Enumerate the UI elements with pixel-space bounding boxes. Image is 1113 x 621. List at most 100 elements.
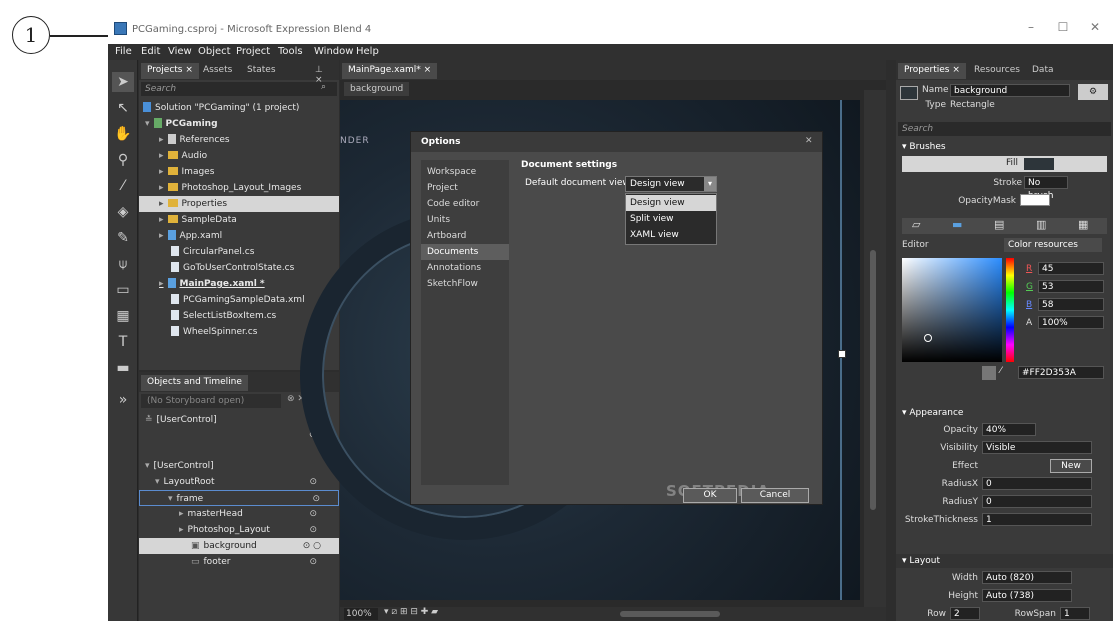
tree-folder-images[interactable]: ▸ Images: [159, 164, 214, 180]
tab-assets[interactable]: Assets: [197, 63, 238, 79]
color-resources-tab[interactable]: Color resources: [1004, 238, 1102, 252]
scope-usercontrol[interactable]: ≛ [UserControl]: [145, 412, 217, 428]
direct-select-tool-icon[interactable]: ↖: [112, 98, 134, 118]
tree-references[interactable]: ▸ References: [159, 132, 230, 148]
tab-mainpage[interactable]: MainPage.xaml* ×: [342, 63, 438, 79]
tab-resources[interactable]: Resources: [968, 63, 1026, 79]
fill-row[interactable]: Fill: [902, 156, 1107, 172]
new-effect-button[interactable]: New: [1050, 459, 1092, 473]
properties-search-input[interactable]: Search: [898, 122, 1111, 136]
radiusx-input[interactable]: 0: [982, 477, 1092, 490]
dialog-close-icon[interactable]: ✕: [805, 136, 813, 146]
stroke-value[interactable]: No brush: [1024, 176, 1068, 201]
nav-project[interactable]: Project: [421, 180, 509, 196]
option-xaml-view[interactable]: XAML view: [626, 227, 716, 243]
name-input[interactable]: background: [950, 84, 1070, 97]
tab-properties[interactable]: Properties ×: [898, 63, 966, 79]
tree-masterhead[interactable]: ▸ masterHead ⊙: [179, 506, 335, 522]
brush-transform-tool-icon[interactable]: ⍦: [112, 254, 134, 274]
radiusy-input[interactable]: 0: [982, 495, 1092, 508]
storyboard-picker[interactable]: (No Storyboard open): [141, 394, 281, 408]
eyedropper-icon[interactable]: ⁄: [1000, 366, 1002, 376]
tree-usercontrol[interactable]: ▾ [UserControl]: [145, 458, 335, 474]
nav-annotations[interactable]: Annotations: [421, 260, 509, 276]
rowspan-input[interactable]: 1: [1060, 607, 1090, 620]
previous-color-swatch[interactable]: [982, 366, 996, 380]
control-tool-icon[interactable]: ▬: [112, 358, 134, 378]
pen-tool-icon[interactable]: ✎: [112, 228, 134, 248]
zoom-tool-icon[interactable]: ⚲: [112, 150, 134, 170]
a-input[interactable]: 100%: [1038, 316, 1104, 329]
tree-background[interactable]: ▣ background ⊙ ○: [139, 538, 339, 554]
appearance-section-header[interactable]: ▾ Appearance: [896, 406, 1113, 420]
eyedropper-tool-icon[interactable]: ⁄: [112, 176, 134, 196]
tree-file-circularpanel[interactable]: CircularPanel.cs: [171, 244, 254, 260]
tree-file-selectlistboxitem[interactable]: SelectListBoxItem.cs: [171, 308, 276, 324]
solid-brush-icon[interactable]: ▬: [952, 218, 962, 231]
minimize-button[interactable]: –: [1016, 20, 1046, 38]
row-input[interactable]: 2: [950, 607, 980, 620]
menu-project[interactable]: Project: [236, 46, 270, 57]
brushes-section-header[interactable]: ▾ Brushes: [896, 140, 1113, 154]
text-tool-icon[interactable]: T: [112, 332, 134, 352]
cancel-button[interactable]: Cancel: [741, 488, 809, 503]
close-button[interactable]: ✕: [1080, 20, 1110, 38]
tree-frame[interactable]: ▾ frame ⊙: [139, 490, 339, 506]
tile-brush-icon[interactable]: ▥: [1036, 218, 1046, 231]
view-toggle-icons[interactable]: ▾ ⧄ ⊞ ⊟ ✚ ▰: [384, 607, 438, 617]
nav-code-editor[interactable]: Code editor: [421, 196, 509, 212]
hex-input[interactable]: #FF2D353A: [1018, 366, 1104, 379]
tree-file-app-xaml[interactable]: ▸ App.xaml: [159, 228, 222, 244]
r-input[interactable]: 45: [1038, 262, 1104, 275]
ok-button[interactable]: OK: [683, 488, 737, 503]
menu-object[interactable]: Object: [198, 46, 231, 57]
menu-window[interactable]: Window: [314, 46, 353, 57]
menu-view[interactable]: View: [168, 46, 192, 57]
tree-file-wheelspinner[interactable]: WheelSpinner.cs: [171, 324, 257, 340]
menu-edit[interactable]: Edit: [141, 46, 160, 57]
visibility-select[interactable]: Visible: [982, 441, 1092, 454]
tab-projects[interactable]: Projects ×: [141, 63, 199, 79]
color-picker-field[interactable]: [902, 258, 1002, 362]
brush-type-tabs[interactable]: ▱ ▬ ▤ ▥ ▦: [902, 218, 1107, 234]
g-input[interactable]: 53: [1038, 280, 1104, 293]
menu-help[interactable]: Help: [356, 46, 379, 57]
tree-folder-photoshop-images[interactable]: ▸ Photoshop_Layout_Images: [159, 180, 301, 196]
tab-states[interactable]: States: [241, 63, 282, 79]
tree-photoshop-layout[interactable]: ▸ Photoshop_Layout ⊙: [179, 522, 335, 538]
maximize-button[interactable]: ☐: [1048, 20, 1078, 38]
hue-slider[interactable]: [1006, 258, 1014, 362]
option-design-view[interactable]: Design view: [626, 195, 716, 211]
horizontal-scrollbar[interactable]: [620, 611, 720, 617]
menu-file[interactable]: File: [115, 46, 132, 57]
width-input[interactable]: Auto (820): [982, 571, 1072, 584]
opacitymask-swatch[interactable]: [1020, 194, 1050, 206]
tab-data[interactable]: Data: [1026, 63, 1060, 79]
no-brush-icon[interactable]: ▱: [912, 218, 920, 231]
grid-layout-tool-icon[interactable]: ▦: [112, 306, 134, 326]
nav-units[interactable]: Units: [421, 212, 509, 228]
pin-icon[interactable]: ⊥ ×: [309, 63, 339, 85]
selection-tool-icon[interactable]: ➤: [112, 72, 134, 92]
layout-section-header[interactable]: ▾ Layout: [896, 554, 1113, 568]
tree-project[interactable]: ▾ PCGaming: [145, 116, 218, 132]
events-icon[interactable]: ⚙: [1078, 84, 1108, 100]
nav-workspace[interactable]: Workspace: [421, 164, 509, 180]
tree-folder-properties[interactable]: ▸ Properties: [139, 196, 339, 212]
assets-expand-icon[interactable]: »: [112, 390, 134, 410]
option-split-view[interactable]: Split view: [626, 211, 716, 227]
opacity-input[interactable]: 40%: [982, 423, 1036, 436]
nav-sketchflow[interactable]: SketchFlow: [421, 276, 509, 292]
tree-folder-sampledata[interactable]: ▸ SampleData: [159, 212, 237, 228]
height-input[interactable]: Auto (738): [982, 589, 1072, 602]
nav-artboard[interactable]: Artboard: [421, 228, 509, 244]
resize-handle[interactable]: [838, 350, 846, 358]
resource-brush-icon[interactable]: ▦: [1078, 218, 1088, 231]
tree-footer[interactable]: ▭ footer ⊙: [191, 554, 335, 570]
chevron-down-icon[interactable]: ▾: [704, 177, 716, 191]
tree-solution[interactable]: Solution "PCGaming" (1 project): [143, 100, 299, 116]
fill-swatch[interactable]: [1024, 158, 1054, 170]
rectangle-tool-icon[interactable]: ▭: [112, 280, 134, 300]
breadcrumb[interactable]: background: [344, 82, 410, 96]
gradient-brush-icon[interactable]: ▤: [994, 218, 1004, 231]
